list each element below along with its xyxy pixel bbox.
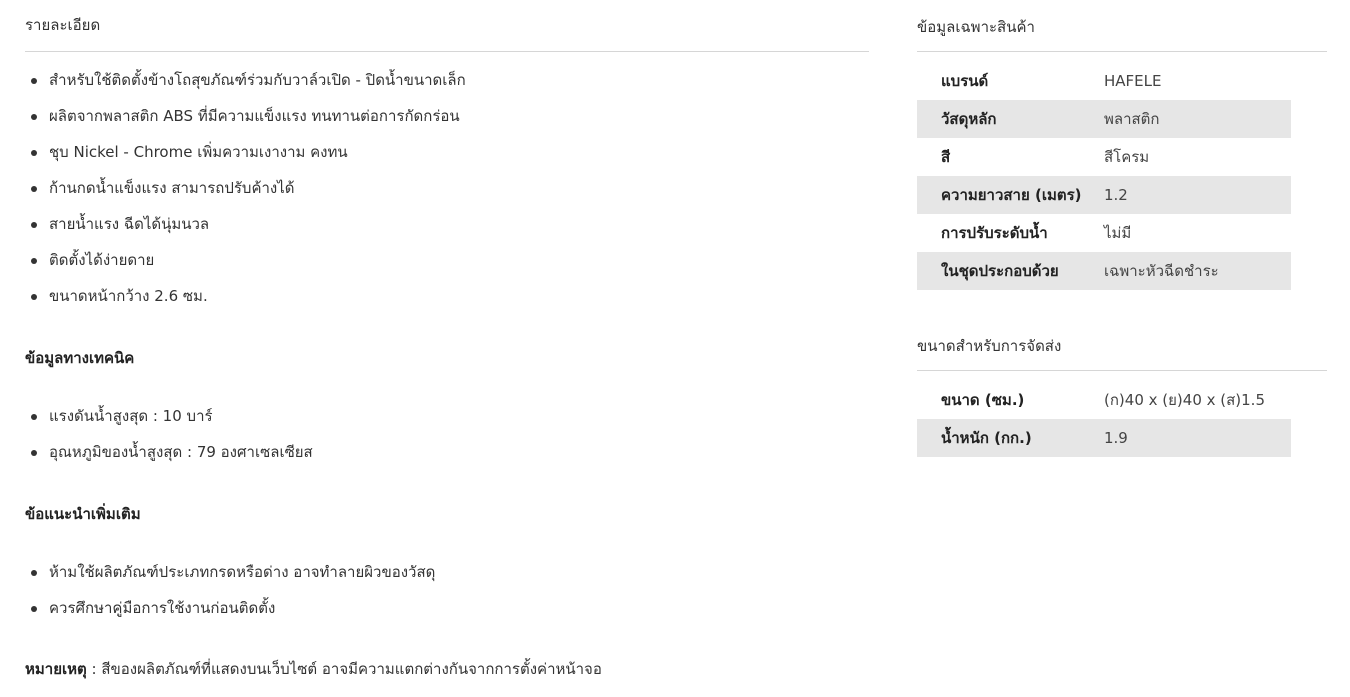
table-row: ในชุดประกอบด้วย เฉพาะหัวฉีดชำระ: [917, 252, 1291, 290]
shipping-divider: [917, 370, 1327, 371]
spec-value: HAFELE: [1104, 72, 1162, 90]
table-row: แบรนด์ HAFELE: [917, 62, 1291, 100]
note-text: : สีของผลิตภัณฑ์ที่แสดงบนเว็บไซต์ อาจมีค…: [86, 660, 602, 678]
list-item: ก้านกดน้ำแข็งแรง สามารถปรับค้างได้: [31, 178, 466, 214]
spec-value: ไม่มี: [1104, 224, 1132, 242]
disclaimer-note: หมายเหตุ : สีของผลิตภัณฑ์ที่แสดงบนเว็บไซ…: [25, 657, 602, 681]
shipping-key: น้ำหนัก (กก.): [917, 419, 1104, 457]
note-label: หมายเหตุ: [25, 660, 87, 678]
shipping-table: ขนาด (ซม.) (ก)40 x (ย)40 x (ส)1.5 น้ำหนั…: [917, 381, 1291, 457]
list-item: ควรศึกษาคู่มือการใช้งานก่อนติดตั้ง: [31, 598, 435, 634]
specs-title: ข้อมูลเฉพาะสินค้า: [917, 18, 1035, 36]
spec-value: สีโครม: [1104, 148, 1150, 166]
table-row: ขนาด (ซม.) (ก)40 x (ย)40 x (ส)1.5: [917, 381, 1291, 419]
spec-key: การปรับระดับน้ำ: [941, 224, 1048, 242]
shipping-title: ขนาดสำหรับการจัดส่ง: [917, 337, 1062, 355]
spec-key: สี: [941, 148, 951, 166]
list-item: สายน้ำแรง ฉีดได้นุ่มนวล: [31, 214, 466, 250]
spec-key: ความยาวสาย (เมตร): [917, 176, 1104, 214]
advice-list: ห้ามใช้ผลิตภัณฑ์ประเภทกรดหรือด่าง อาจทำล…: [31, 562, 435, 634]
list-item: ผลิตจากพลาสติก ABS ที่มีความแข็งแรง ทนทา…: [31, 106, 466, 142]
list-item: ติดตั้งได้ง่ายดาย: [31, 250, 466, 286]
details-divider: [25, 51, 869, 52]
advice-heading: ข้อแนะนำเพิ่มเติม: [25, 505, 141, 523]
list-item: แรงดันน้ำสูงสุด : 10 บาร์: [31, 406, 313, 442]
specs-divider: [917, 51, 1327, 52]
spec-key: แบรนด์: [941, 72, 989, 90]
spec-value: พลาสติก: [1104, 100, 1291, 138]
shipping-key: ขนาด (ซม.): [941, 391, 1025, 409]
spec-value: เฉพาะหัวฉีดชำระ: [1104, 252, 1291, 290]
table-row: น้ำหนัก (กก.) 1.9: [917, 419, 1291, 457]
table-row: ความยาวสาย (เมตร) 1.2: [917, 176, 1291, 214]
shipping-value: 1.9: [1104, 419, 1291, 457]
table-row: วัสดุหลัก พลาสติก: [917, 100, 1291, 138]
spec-key: ในชุดประกอบด้วย: [917, 252, 1104, 290]
details-title: รายละเอียด: [25, 16, 101, 34]
list-item: สำหรับใช้ติดตั้งข้างโถสุขภัณฑ์ร่วมกับวาล…: [31, 70, 466, 106]
list-item: ห้ามใช้ผลิตภัณฑ์ประเภทกรดหรือด่าง อาจทำล…: [31, 562, 435, 598]
table-row: สี สีโครม: [917, 138, 1291, 176]
list-item: ชุบ Nickel - Chrome เพิ่มความเงางาม คงทน: [31, 142, 466, 178]
spec-key: วัสดุหลัก: [917, 100, 1104, 138]
technical-heading: ข้อมูลทางเทคนิค: [25, 349, 135, 367]
technical-list: แรงดันน้ำสูงสุด : 10 บาร์ อุณหภูมิของน้ำ…: [31, 406, 313, 478]
list-item: อุณหภูมิของน้ำสูงสุด : 79 องศาเซลเซียส: [31, 442, 313, 478]
product-detail-page: รายละเอียด สำหรับใช้ติดตั้งข้างโถสุขภัณฑ…: [0, 0, 1350, 697]
spec-table: แบรนด์ HAFELE วัสดุหลัก พลาสติก สี สีโคร…: [917, 62, 1291, 290]
spec-value: 1.2: [1104, 176, 1291, 214]
shipping-value: (ก)40 x (ย)40 x (ส)1.5: [1104, 391, 1265, 409]
table-row: การปรับระดับน้ำ ไม่มี: [917, 214, 1291, 252]
feature-list: สำหรับใช้ติดตั้งข้างโถสุขภัณฑ์ร่วมกับวาล…: [31, 70, 466, 322]
list-item: ขนาดหน้ากว้าง 2.6 ซม.: [31, 286, 466, 322]
